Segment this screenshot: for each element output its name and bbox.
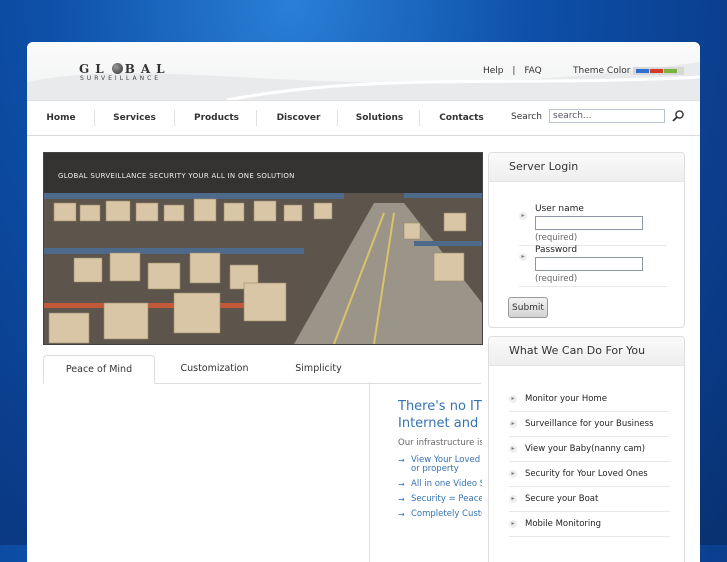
username-field[interactable] [535, 216, 643, 230]
nav-divider [94, 110, 95, 126]
theme-color-label: Theme Color [573, 66, 631, 76]
bullet-icon: ▸ [509, 395, 517, 403]
bullet-icon: ▸ [519, 253, 527, 261]
arrow-right-icon: → [398, 510, 405, 519]
service-item[interactable]: ▸ Surveillance for your Business [509, 412, 670, 437]
service-item[interactable]: ▸ Secure your Boat [509, 487, 670, 512]
nav-services[interactable]: Services [107, 101, 162, 135]
bullet-icon: ▸ [509, 445, 517, 453]
search-input[interactable] [549, 109, 665, 123]
tab-simplicity[interactable]: Simplicity [281, 355, 356, 382]
nav-solutions[interactable]: Solutions [352, 101, 407, 135]
feature-link[interactable]: → All in one Video S [398, 480, 482, 490]
bullet-icon: ▸ [509, 495, 517, 503]
divider [519, 286, 667, 287]
feature-tabs: Peace of Mind Customization Simplicity [43, 355, 481, 384]
password-required: (required) [535, 274, 578, 284]
server-login-title: Server Login [489, 153, 684, 182]
service-item[interactable]: ▸ Monitor your Home [509, 387, 670, 412]
bullet-icon: ▸ [509, 470, 517, 478]
nav-products[interactable]: Products [189, 101, 244, 135]
arrow-right-icon: → [398, 456, 405, 465]
tab-peace-of-mind[interactable]: Peace of Mind [43, 355, 155, 384]
browser-viewport: { "logo": {"word_left": "GL", "word_righ… [0, 0, 727, 562]
search-label: Search [511, 112, 542, 122]
site-logo[interactable]: GL BAL SURVEILLANCE [79, 62, 171, 82]
arrow-right-icon: → [398, 480, 405, 489]
page-container: GL BAL SURVEILLANCE Help | FAQ Theme Colo… [27, 42, 700, 562]
service-item[interactable]: ▸ View your Baby(nanny cam) [509, 437, 670, 462]
nav-home[interactable]: Home [35, 101, 87, 135]
username-required: (required) [535, 233, 578, 243]
content-intro: Our infrastructure is s [398, 438, 482, 448]
submit-button[interactable]: Submit [508, 297, 548, 318]
hero-caption: GLOBAL SURVEILLANCE SECURITY YOUR ALL IN… [58, 172, 295, 180]
nav-divider [256, 110, 257, 126]
nav-divider [337, 110, 338, 126]
theme-swatch-blue[interactable] [636, 69, 649, 73]
nav-contacts[interactable]: Contacts [434, 101, 489, 135]
feature-link[interactable]: → View Your Loved or property [398, 456, 482, 474]
globe-icon [111, 63, 123, 74]
content-divider [369, 382, 370, 562]
username-label: User name [535, 204, 584, 214]
services-box: What We Can Do For You ▸ Monitor your Hom… [488, 336, 685, 562]
server-login-box: Server Login ▸ User name (required) ▸ Pa… [488, 152, 685, 328]
faq-link[interactable]: FAQ [524, 66, 541, 76]
nav-discover[interactable]: Discover [271, 101, 326, 135]
header-bar: GL BAL SURVEILLANCE Help | FAQ Theme Colo… [27, 42, 700, 100]
nav-divider [419, 110, 420, 126]
help-link[interactable]: Help [483, 66, 504, 76]
tab-content: There's no IT Internet and b Our infrastr… [398, 398, 482, 525]
hero-banner: GLOBAL SURVEILLANCE SECURITY YOUR ALL IN… [43, 152, 483, 345]
feature-link[interactable]: → Completely Custo [398, 510, 482, 520]
feature-link-list: → View Your Loved or property → All in one … [398, 456, 482, 520]
service-item[interactable]: ▸ Security for Your Loved Ones [509, 462, 670, 487]
theme-swatches [633, 67, 684, 75]
arrow-right-icon: → [398, 495, 405, 504]
search-icon[interactable] [671, 109, 685, 123]
toplinks-divider: | [512, 66, 516, 76]
password-field[interactable] [535, 257, 643, 271]
feature-link[interactable]: → Security = Peace [398, 495, 482, 505]
bullet-icon: ▸ [509, 520, 517, 528]
tab-customization[interactable]: Customization [167, 355, 262, 382]
theme-swatch-red[interactable] [650, 69, 663, 73]
bullet-icon: ▸ [509, 420, 517, 428]
content-heading: There's no IT Internet and b [398, 399, 482, 431]
services-title: What We Can Do For You [489, 337, 684, 366]
theme-swatch-green[interactable] [664, 69, 677, 73]
password-label: Password [535, 245, 578, 255]
bullet-icon: ▸ [519, 212, 527, 220]
service-item[interactable]: ▸ Mobile Monitoring [509, 512, 670, 537]
nav-divider [174, 110, 175, 126]
